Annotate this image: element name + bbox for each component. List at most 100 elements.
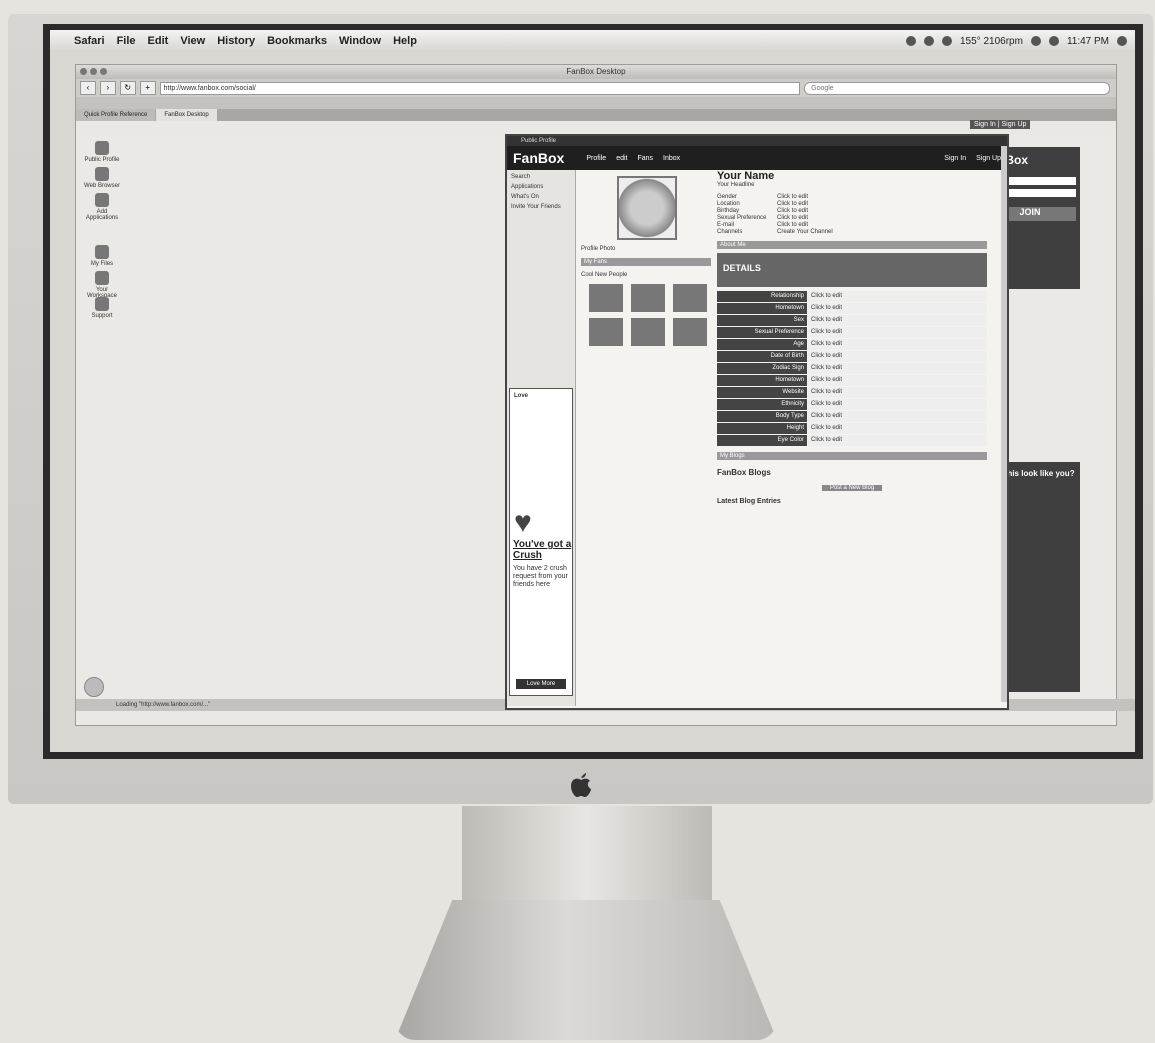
cool-new-heading: Cool New People: [581, 272, 628, 278]
sign-in-link[interactable]: Sign In: [944, 155, 966, 162]
apple-logo-icon: [571, 773, 591, 797]
applications-heading: Applications: [511, 184, 544, 190]
fanbox-blogs-heading: FanBox Blogs: [717, 468, 771, 477]
status-icon[interactable]: [906, 36, 916, 46]
desktop-icon-support[interactable]: Support: [82, 297, 122, 319]
post-blog-button[interactable]: Post a New Blog: [822, 485, 882, 491]
profile-icon: [95, 141, 109, 155]
crush-text: You have 2 crush request from your frien…: [513, 565, 568, 588]
traffic-lights: [80, 68, 107, 75]
volume-icon[interactable]: [1048, 36, 1059, 46]
about-me-grid: Relationship Click to edit Hometown Click …: [717, 291, 987, 446]
window-title: FanBox Desktop: [566, 67, 626, 76]
toolbar: ‹ › ↻ + http://www.fanbox.com/social/ Go…: [76, 79, 1116, 97]
menu-bookmarks[interactable]: Bookmarks: [267, 35, 327, 47]
desktop-icon-add-applications[interactable]: Add Applications: [82, 193, 122, 221]
profile-name[interactable]: Your Name: [717, 170, 987, 182]
my-blogs-header: My Blogs: [717, 452, 987, 460]
zoom-icon[interactable]: [100, 68, 107, 75]
friend-photo[interactable]: [673, 284, 707, 312]
friend-photo[interactable]: [631, 318, 665, 346]
fanbox-window: Public Profile FanBox Profile edit Fans …: [505, 134, 1009, 710]
menu-history[interactable]: History: [217, 35, 255, 47]
menu-help[interactable]: Help: [393, 35, 417, 47]
love-widget: Love ♥ You've got a Crush You have 2 cru…: [509, 388, 573, 696]
avatar[interactable]: [617, 176, 677, 240]
fanbox-logo[interactable]: FanBox: [513, 150, 564, 166]
tab-bar: Quick Profile Reference FanBox Desktop: [76, 109, 1116, 121]
menu-file[interactable]: File: [117, 35, 136, 47]
menubar-status: 155° 2106rpm 11:47 PM: [906, 36, 1127, 47]
field-row: Birthday Click to edit: [717, 208, 809, 214]
my-fans-header: My Fans: [581, 258, 711, 266]
back-button[interactable]: ‹: [80, 81, 96, 95]
status-icon[interactable]: [924, 36, 934, 46]
header-links: Sign In Sign Up: [944, 155, 1001, 162]
love-title: Love: [514, 393, 529, 399]
fan-status: 155° 2106rpm: [960, 35, 1023, 47]
search-field[interactable]: Google: [804, 81, 1111, 95]
desktop-icon-my-files[interactable]: My Files: [82, 245, 122, 267]
whats-on-heading: What's On: [511, 194, 539, 200]
menu-edit[interactable]: Edit: [148, 35, 169, 47]
screen: Safari File Edit View History Bookmarks …: [50, 30, 1135, 752]
minimize-icon[interactable]: [90, 68, 97, 75]
status-icon[interactable]: [942, 36, 952, 46]
nav-edit[interactable]: edit: [616, 155, 627, 162]
spotlight-icon[interactable]: [1117, 36, 1127, 46]
about-me-header: About Me: [717, 241, 987, 249]
friend-photo[interactable]: [631, 284, 665, 312]
field-row: Gender Click to edit: [717, 194, 809, 200]
fanbox-left-sidebar: Search Applications What's On Invite You…: [507, 170, 576, 706]
profile-photo-label[interactable]: Profile Photo: [581, 246, 711, 252]
menubar: Safari File Edit View History Bookmarks …: [50, 30, 1135, 52]
monitor-stand: [395, 900, 777, 1040]
field-row: E-mail Click to edit: [717, 222, 809, 228]
friend-photo[interactable]: [589, 284, 623, 312]
sign-up-link[interactable]: Sign Up: [976, 155, 1001, 162]
crush-heading[interactable]: You've got a Crush: [513, 539, 573, 561]
address-bar[interactable]: http://www.fanbox.com/social/: [159, 81, 801, 95]
tab-fanbox-desktop[interactable]: FanBox Desktop: [156, 109, 217, 121]
profile-fields: Gender Click to edit Location Click to edi…: [717, 194, 987, 235]
friend-photo[interactable]: [673, 318, 707, 346]
start-button[interactable]: [84, 677, 104, 697]
menu-view[interactable]: View: [180, 35, 205, 47]
add-bookmark-button[interactable]: +: [139, 81, 156, 95]
fanbox-profile-main: Your Name Your Headline Gender Click to e…: [717, 170, 987, 512]
search-link[interactable]: Search: [511, 174, 571, 180]
desktop-icon-web-browser[interactable]: Web Browser: [82, 167, 122, 189]
heart-icon: ♥: [514, 506, 532, 539]
workspace-icon: [95, 271, 109, 285]
latest-blog-heading: Latest Blog Entries: [717, 498, 781, 505]
forward-button[interactable]: ›: [99, 81, 116, 95]
desktop-icon-public-profile[interactable]: Public Profile: [82, 141, 122, 163]
scrollbar[interactable]: [1001, 146, 1007, 702]
nav-inbox[interactable]: Inbox: [663, 155, 680, 162]
field-row: Location Click to edit: [717, 201, 809, 207]
reload-button[interactable]: ↻: [119, 81, 136, 95]
friend-photo[interactable]: [589, 318, 623, 346]
wifi-icon[interactable]: [1030, 36, 1041, 46]
folder-icon: [95, 245, 109, 259]
friends-grid: [589, 284, 711, 346]
clock[interactable]: 11:47 PM: [1067, 36, 1109, 47]
field-row: Sexual Preference Click to edit: [717, 215, 809, 221]
fanbox-window-title: Public Profile: [507, 136, 1007, 146]
top-signin-links[interactable]: Sign In | Sign Up: [970, 120, 1031, 129]
fanbox-middle-column: Profile Photo My Fans Cool New People: [581, 170, 711, 346]
desktop-icon-workspace[interactable]: Your Workspace: [82, 271, 122, 299]
menu-safari[interactable]: Safari: [74, 35, 105, 47]
fanbox-header: FanBox Profile edit Fans Inbox Sign In S…: [507, 146, 1007, 170]
invite-friends-heading[interactable]: Invite Your Friends: [511, 204, 571, 210]
nav-fans[interactable]: Fans: [637, 155, 653, 162]
menu-window[interactable]: Window: [339, 35, 381, 47]
field-row: Channels Create Your Channel: [717, 229, 833, 235]
bookmarks-bar: [76, 97, 1116, 109]
close-icon[interactable]: [80, 68, 87, 75]
love-more-button[interactable]: Love More: [516, 679, 566, 689]
tab-quick-profile[interactable]: Quick Profile Reference: [76, 109, 156, 121]
monitor-neck: [462, 806, 712, 906]
profile-headline[interactable]: Your Headline: [717, 182, 987, 188]
nav-profile[interactable]: Profile: [586, 155, 606, 162]
